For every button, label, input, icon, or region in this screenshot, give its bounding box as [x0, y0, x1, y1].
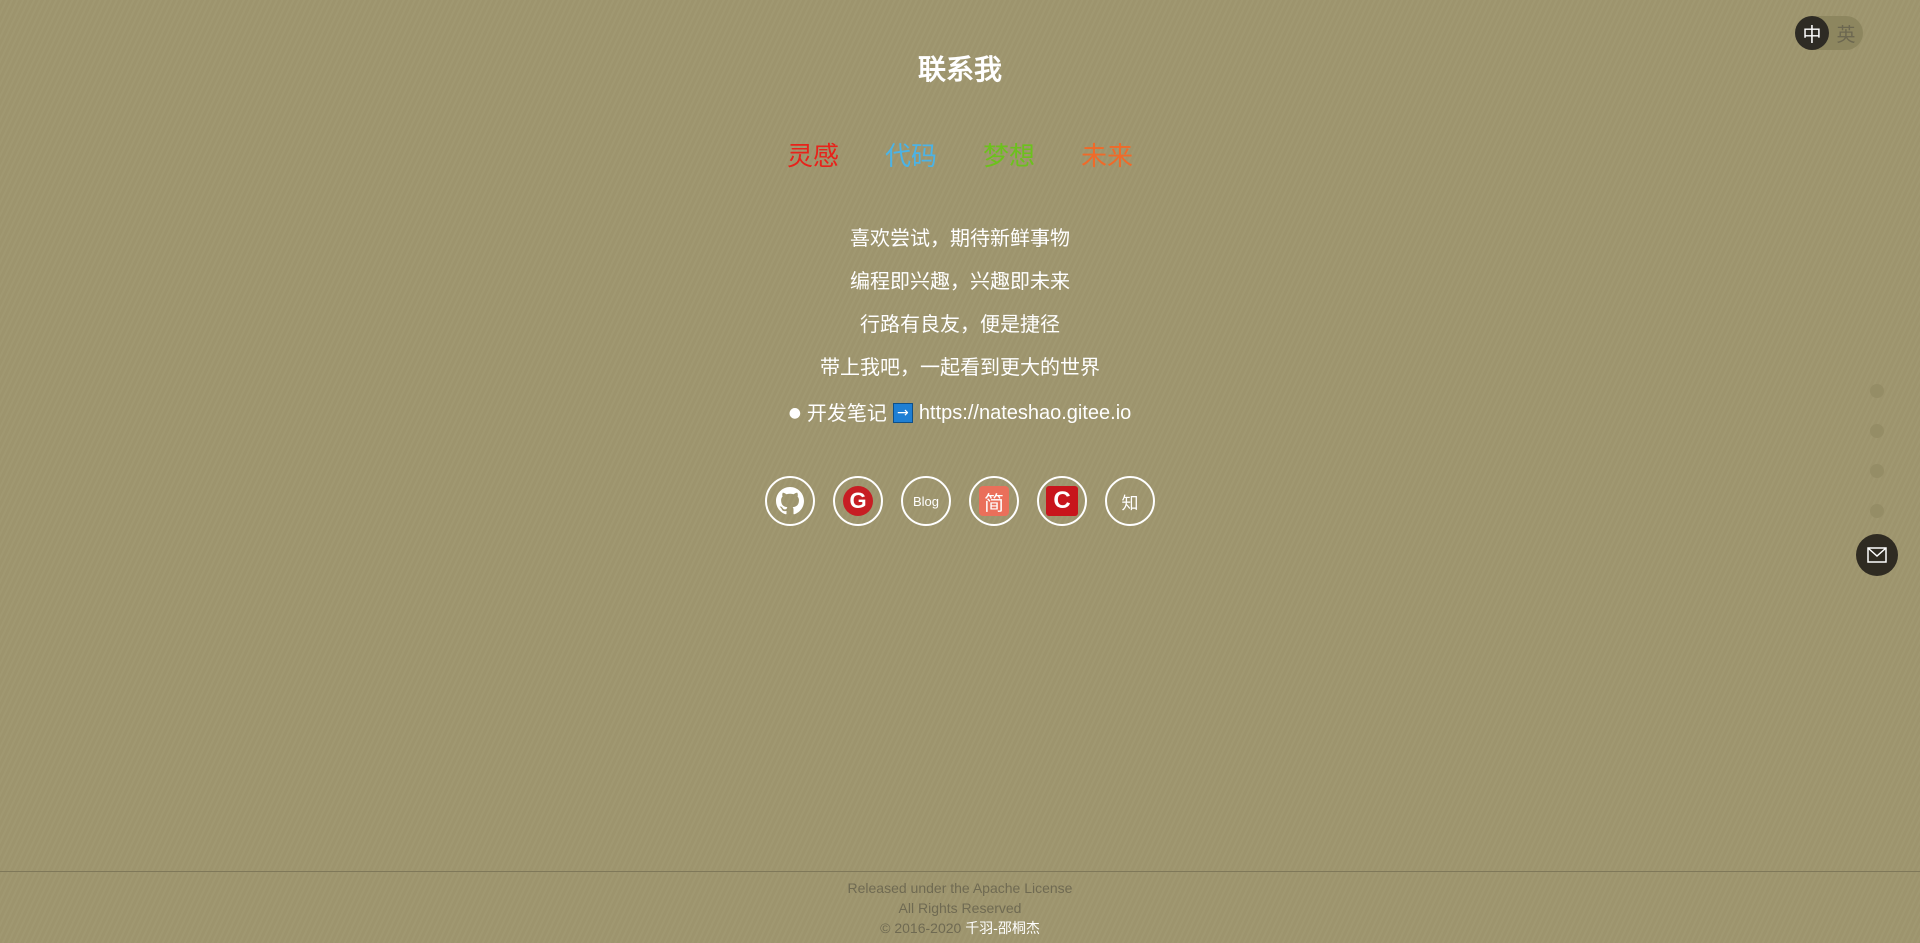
github-icon	[776, 487, 804, 515]
blog-icon: Blog	[912, 493, 940, 509]
section-nav-dot[interactable]	[1870, 464, 1884, 478]
bullet: ●	[788, 405, 801, 421]
footer: Released under the Apache License All Ri…	[0, 871, 1920, 938]
intro-line: 喜欢尝试，期待新鲜事物	[850, 226, 1070, 250]
tag-inspiration: 灵感	[786, 142, 839, 172]
intro-line: 行路有良友，便是捷径	[860, 312, 1060, 336]
arrow-right-icon: →	[892, 403, 913, 423]
gitee-link[interactable]: G	[833, 476, 883, 526]
jianshu-icon: 简	[979, 486, 1009, 516]
page: 中 英 联系我 灵感 代码 梦想 未来 喜欢尝试，期待新鲜事物 编程即兴趣，兴趣…	[0, 0, 1920, 943]
intro-line: 带上我吧，一起看到更大的世界	[820, 355, 1100, 379]
dev-notes-line: ● 开发笔记 → https://nateshao.gitee.io	[0, 394, 1920, 437]
csdn-icon: C	[1046, 486, 1078, 516]
tag-future: 未来	[1081, 142, 1134, 172]
footer-author-link[interactable]: 千羽-邵桐杰	[965, 920, 1040, 936]
lang-english-option[interactable]: 英	[1829, 16, 1863, 50]
intro-line: 编程即兴趣，兴趣即未来	[850, 269, 1070, 293]
jianshu-link[interactable]: 简	[969, 476, 1019, 526]
language-toggle[interactable]: 中 英	[1795, 16, 1863, 50]
dev-notes-label: 开发笔记	[806, 401, 887, 425]
tag-row: 灵感 代码 梦想 未来	[0, 136, 1920, 173]
footer-copyright: © 2016-2020	[880, 920, 962, 936]
contact-mail-button[interactable]	[1856, 534, 1898, 576]
csdn-link[interactable]: C	[1037, 476, 1087, 526]
zhihu-link[interactable]: 知	[1105, 476, 1155, 526]
zhihu-icon: 知	[1121, 493, 1139, 514]
social-links: G Blog 简 C 知	[0, 476, 1920, 526]
intro-lines: 喜欢尝试，期待新鲜事物 编程即兴趣，兴趣即未来 行路有良友，便是捷径 带上我吧，…	[0, 222, 1920, 437]
section-nav-dot[interactable]	[1870, 384, 1884, 398]
page-title: 联系我	[917, 53, 1002, 86]
footer-license: Released under the Apache License	[847, 880, 1073, 896]
footer-copyright-line: © 2016-2020 千羽-邵桐杰	[0, 918, 1920, 938]
gitee-icon: G	[843, 486, 873, 516]
lang-chinese-option[interactable]: 中	[1795, 16, 1829, 50]
dev-notes-link[interactable]: https://nateshao.gitee.io	[919, 397, 1131, 429]
mail-icon	[1867, 547, 1887, 563]
github-link[interactable]	[765, 476, 815, 526]
tag-dream: 梦想	[983, 142, 1036, 172]
blog-link[interactable]: Blog	[901, 476, 951, 526]
footer-rights: All Rights Reserved	[898, 900, 1022, 916]
tag-code: 代码	[884, 142, 937, 172]
section-nav-dot[interactable]	[1870, 504, 1884, 518]
section-nav-dot[interactable]	[1870, 424, 1884, 438]
section-nav-dots	[1870, 384, 1884, 518]
